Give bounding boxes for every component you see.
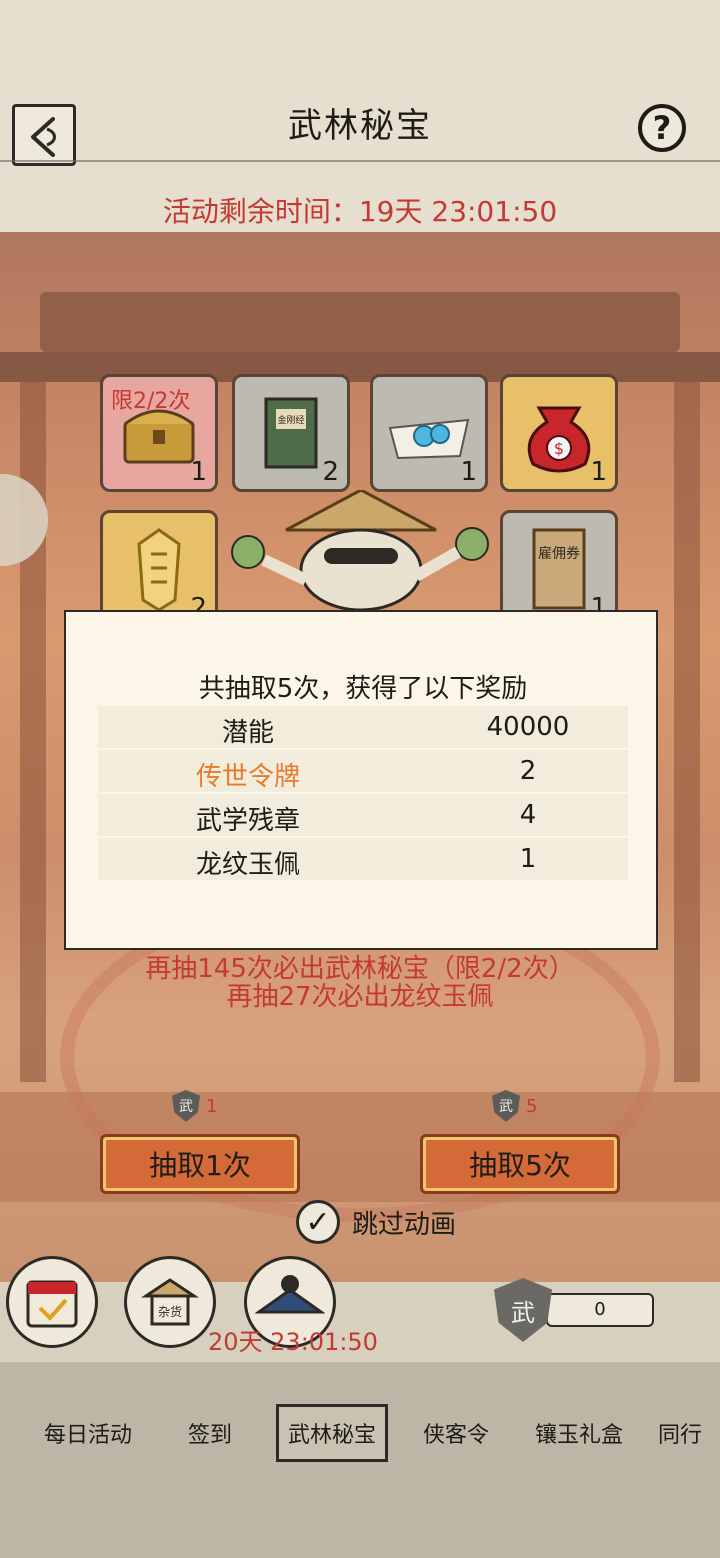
reward-row: 武学残章 4 [98, 794, 628, 836]
roof-decoration [40, 292, 680, 352]
raccoon-mascot-icon [231, 490, 489, 610]
ticket-text: 雇佣券 [538, 545, 580, 562]
svg-text:$: $ [554, 439, 564, 458]
martial-token-icon: 武 [172, 1090, 200, 1122]
reward-value: 2 [519, 756, 537, 786]
grocery-shop-button[interactable]: 杂货 [124, 1256, 216, 1348]
app-root: 武林秘宝 ? 活动剩余时间：19天 23:01:50 限2/2次 1 金刚经 2 [0, 0, 720, 1558]
reward-value: 40000 [486, 712, 570, 742]
book-icon: 金刚经 [264, 397, 318, 469]
skip-animation-label: 跳过动画 [352, 1209, 457, 1240]
scroll-icon: 雇佣券 [532, 528, 586, 610]
checkmark-icon: ✓ [296, 1200, 340, 1244]
currency-value: 0 [546, 1293, 654, 1327]
reward-name: 龙纹玉佩 [195, 850, 300, 880]
page-title: 武林秘宝 [288, 106, 432, 146]
help-icon: ? [652, 109, 672, 147]
tab-martial-treasure[interactable]: 武林秘宝 [276, 1404, 388, 1462]
draw-five-button[interactable]: 抽取5次 [420, 1134, 620, 1194]
reward-name: 传世令牌 [195, 762, 300, 792]
draw-one-cost: 武 1 [172, 1090, 217, 1122]
martial-token-icon: 武 [492, 1090, 520, 1122]
tab-jade-gift-box[interactable]: 镶玉礼盒 [520, 1404, 638, 1462]
reward-name: 武学残章 [195, 806, 300, 836]
cost-amount: 1 [206, 1095, 218, 1117]
tab-hero-token[interactable]: 侠客令 [406, 1404, 506, 1462]
reward-item-money-bag[interactable]: $ 1 [500, 374, 618, 492]
skip-animation-toggle[interactable]: ✓ 跳过动画 [296, 1200, 456, 1244]
reward-name: 潜能 [221, 718, 274, 748]
tab-daily-activity[interactable]: 每日活动 [30, 1404, 146, 1462]
book-text: 金刚经 [277, 414, 304, 426]
draw-one-button[interactable]: 抽取1次 [100, 1134, 300, 1194]
tab-checkin[interactable]: 签到 [168, 1404, 252, 1462]
item-quantity: 1 [460, 457, 477, 487]
draw-five-cost: 武 5 [492, 1090, 537, 1122]
reward-value: 1 [519, 844, 537, 874]
reward-item-pearl[interactable]: 1 [370, 374, 488, 492]
reward-row: 潜能 40000 [98, 706, 628, 748]
reward-value: 4 [519, 800, 537, 830]
cost-amount: 5 [526, 1095, 538, 1117]
reward-result-modal[interactable]: 共抽取5次，获得了以下奖励 潜能 40000 传世令牌 2 武学残章 4 龙纹玉… [64, 610, 658, 950]
martial-token-icon: 武 [494, 1278, 552, 1342]
calendar-button[interactable] [6, 1256, 98, 1348]
money-bag-icon: $ [527, 406, 591, 473]
pity-text-pendant: 再抽27次必出龙纹玉佩 [226, 982, 494, 1012]
token-icon [137, 528, 181, 612]
event-remaining-time: 活动剩余时间：19天 23:01:50 [162, 195, 558, 228]
calendar-icon [26, 1280, 78, 1328]
shop-icon: 杂货 [141, 1278, 199, 1326]
item-limit-label: 限2/2次 [111, 389, 191, 414]
shop-label: 杂货 [158, 1304, 182, 1319]
reward-item-book[interactable]: 金刚经 2 [232, 374, 350, 492]
bottom-tab-bar: 每日活动 签到 武林秘宝 侠客令 镶玉礼盒 同行 [0, 1362, 720, 1558]
top-bar: 武林秘宝 ? 活动剩余时间：19天 23:01:50 [0, 0, 720, 232]
reward-row: 传世令牌 2 [98, 750, 628, 792]
modal-heading: 共抽取5次，获得了以下奖励 [198, 674, 528, 704]
currency-display: 武 0 [494, 1278, 654, 1342]
tab-companion[interactable]: 同行 [648, 1404, 712, 1462]
secondary-timer: 20天 23:01:50 [208, 1328, 378, 1356]
reward-item-treasure[interactable]: 限2/2次 1 [100, 374, 218, 492]
item-quantity: 1 [590, 457, 607, 487]
reward-row: 龙纹玉佩 1 [98, 838, 628, 880]
item-quantity: 1 [190, 457, 207, 487]
item-quantity: 2 [322, 457, 339, 487]
help-button[interactable]: ? [638, 104, 686, 152]
